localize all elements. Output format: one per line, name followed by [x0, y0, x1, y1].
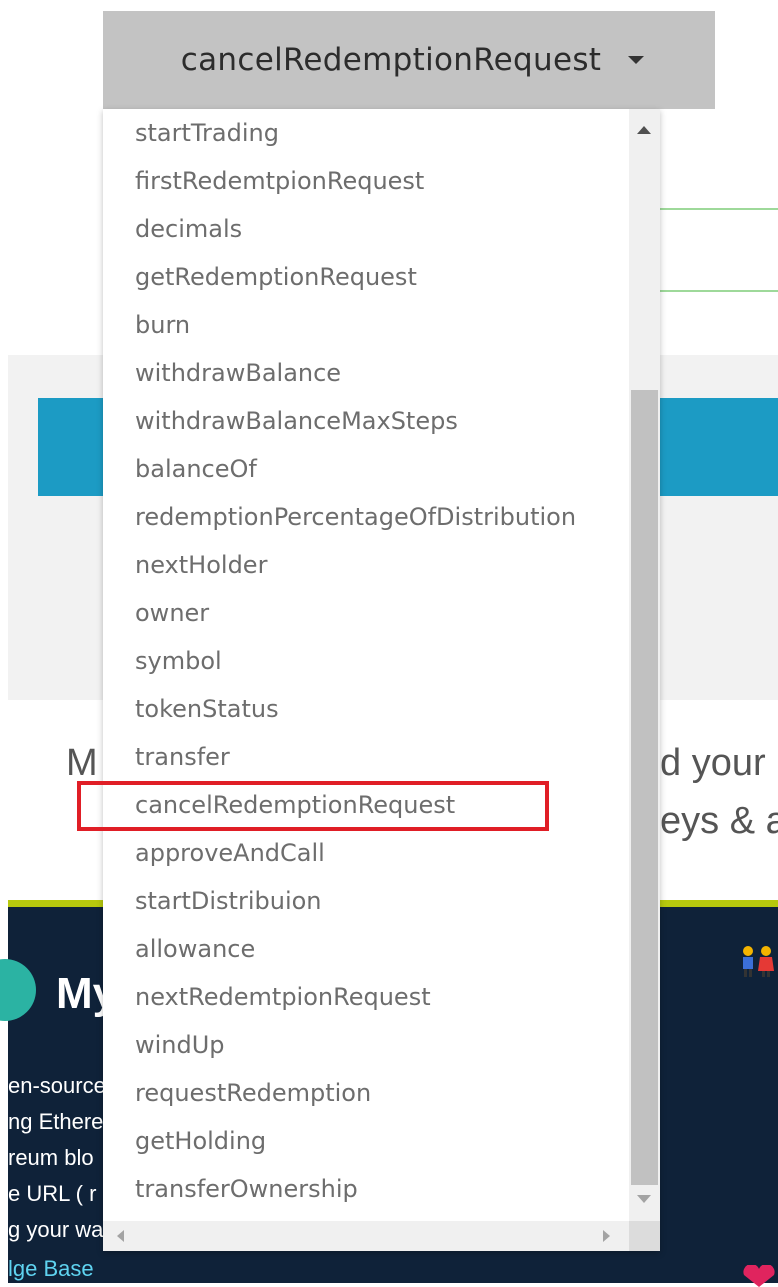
vertical-scrollbar[interactable] [629, 109, 660, 1221]
dropdown-option[interactable]: transferOwnership [135, 1165, 358, 1213]
dropdown-option[interactable]: burn [135, 301, 190, 349]
footer-text-line: reum blo [8, 1145, 94, 1170]
scrollbar-thumb[interactable] [631, 390, 658, 1185]
dropdown-option[interactable]: windUp [135, 1021, 225, 1069]
bg-text-left: M [66, 742, 98, 784]
footer-text-line: g your wa [8, 1217, 104, 1242]
dropdown-option[interactable]: firstRedemtpionRequest [135, 157, 424, 205]
dropdown-option[interactable]: decimals [135, 205, 242, 253]
dropdown-option[interactable]: symbol [135, 637, 222, 685]
footer-text-line: e URL ( r [8, 1181, 97, 1206]
bg-text-right-2: eys & a [660, 800, 778, 842]
dropdown-options: startTrading firstRedemtpionRequest deci… [103, 109, 629, 1221]
dropdown-option[interactable]: getRedemptionRequest [135, 253, 417, 301]
logo-icon [0, 959, 36, 1021]
bg-text-right-1: d your [660, 742, 766, 784]
footer-text-line: en-source [8, 1073, 106, 1098]
dropdown-option[interactable]: tokenStatus [135, 685, 279, 733]
dropdown-option[interactable]: getHolding [135, 1117, 266, 1165]
dropdown-option[interactable]: startTrading [135, 109, 279, 157]
heart-icon [743, 1265, 775, 1287]
people-icon [743, 946, 774, 977]
dropdown-option[interactable]: withdrawBalance [135, 349, 341, 397]
scroll-up-arrow-icon[interactable] [637, 126, 651, 134]
input-border-bottom [660, 290, 778, 292]
selected-function-label: cancelRedemptionRequest [180, 42, 602, 78]
knowledge-base-link[interactable]: lge Base [8, 1256, 94, 1282]
dropdown-option[interactable]: redemptionPercentageOfDistribution [135, 493, 576, 541]
dropdown-option[interactable]: owner [135, 589, 209, 637]
caret-down-icon[interactable] [628, 56, 644, 64]
dropdown-option[interactable]: withdrawBalanceMaxSteps [135, 397, 458, 445]
dropdown-option[interactable]: nextHolder [135, 541, 267, 589]
scroll-down-arrow-icon[interactable] [637, 1195, 651, 1203]
dropdown-option[interactable]: balanceOf [135, 445, 257, 493]
dropdown-option[interactable]: requestRedemption [135, 1069, 371, 1117]
highlight-annotation-box [77, 781, 549, 831]
scroll-left-arrow-icon[interactable] [117, 1230, 124, 1242]
horizontal-scrollbar[interactable] [103, 1221, 629, 1251]
dropdown-option[interactable]: startDistribuion [135, 877, 322, 925]
footer-text-line: ng Ethere [8, 1109, 104, 1134]
dropdown-option[interactable]: nextRedemtpionRequest [135, 973, 431, 1021]
dropdown-option[interactable]: approveAndCall [135, 829, 325, 877]
function-select-button[interactable]: cancelRedemptionRequest [103, 11, 715, 109]
scroll-right-arrow-icon[interactable] [603, 1230, 610, 1242]
dropdown-option[interactable]: allowance [135, 925, 255, 973]
function-dropdown-list[interactable]: startTrading firstRedemtpionRequest deci… [103, 109, 660, 1251]
input-border-top [660, 208, 778, 210]
scrollbar-corner [629, 1221, 660, 1251]
dropdown-option[interactable]: transfer [135, 733, 230, 781]
